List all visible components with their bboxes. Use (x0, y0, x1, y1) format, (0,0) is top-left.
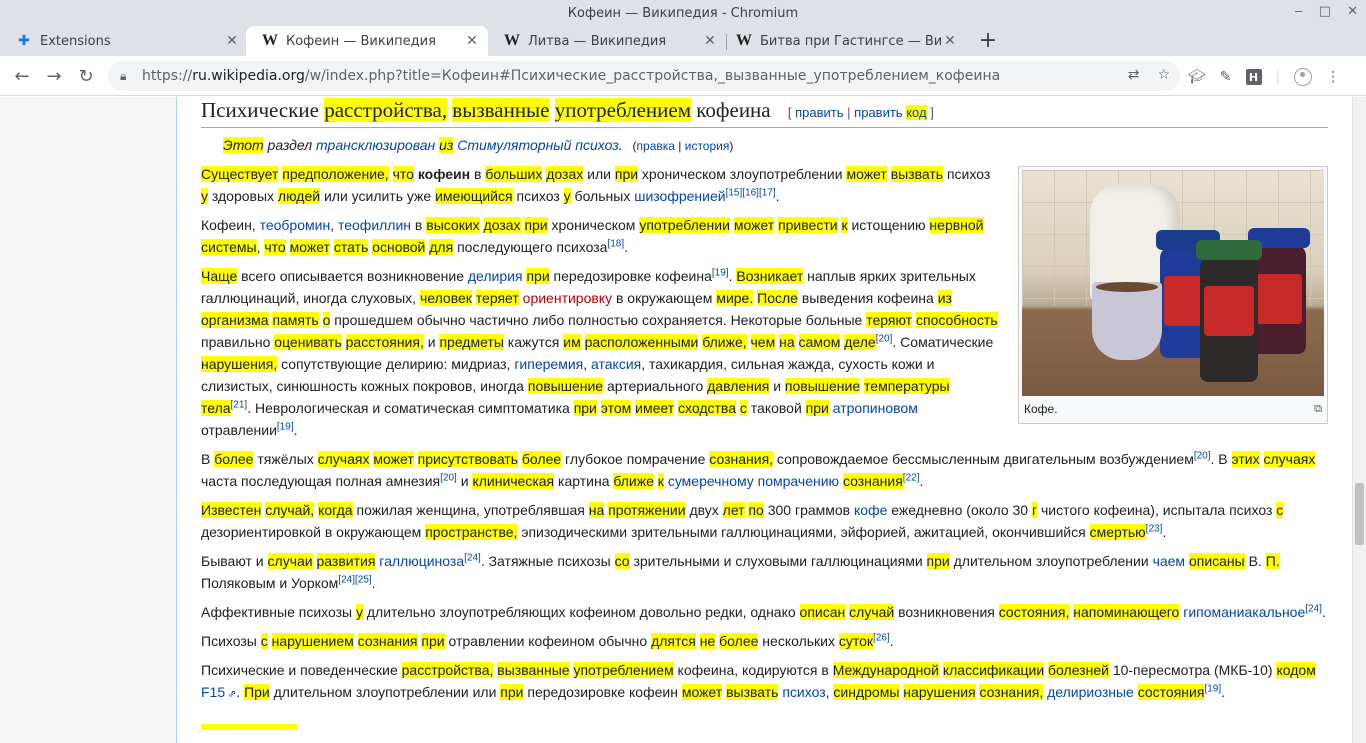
address-bar[interactable]: 🔒︎ https:// ru.wikipedia.org /w/index.ph… (108, 61, 1180, 91)
menu-kebab-icon[interactable]: ⋮ (1326, 69, 1340, 85)
atropine-link[interactable]: атропиновом (833, 400, 918, 416)
extension-icons: 🎓︎ ✎ H | ⋮ (1188, 68, 1340, 86)
tab-hastings[interactable]: W Битва при Гастингсе — Вики ✕ (720, 26, 966, 56)
paragraph: Известен случай, когда пожилая женщина, … (201, 502, 1284, 540)
back-button[interactable]: ← (10, 64, 34, 88)
wikipedia-icon: W (504, 32, 520, 49)
heading-text: Психические расстройства, вызванные упот… (201, 98, 771, 122)
f15-link[interactable]: F15 (201, 684, 236, 700)
omnibox-actions: ⇄ ☆ (1128, 67, 1170, 83)
hatnote: Этот раздел трансклюзирован из Стимулято… (223, 137, 734, 153)
tab-close-icon[interactable]: ✕ (942, 33, 958, 49)
tab-close-icon[interactable]: ✕ (464, 33, 480, 49)
hypomanic-link[interactable]: гипоманиакальное (1183, 604, 1305, 620)
tab-title: Литва — Википедия (528, 33, 667, 49)
paragraph: В более тяжёлых случаях может присутство… (201, 450, 1316, 489)
minimize-button[interactable]: ‒ (1295, 4, 1303, 19)
coffee-link[interactable]: кофе (854, 502, 887, 518)
edit-section-links: [ править | править код ] (787, 105, 934, 120)
tab-title: Extensions (40, 33, 111, 49)
page-scrollbar[interactable] (1352, 97, 1366, 743)
article-content: Психические расстройства, вызванные упот… (176, 97, 1352, 743)
tab-close-icon[interactable]: ✕ (224, 33, 240, 49)
profile-avatar-icon[interactable] (1294, 68, 1313, 86)
arrow-right-icon: → (46, 65, 62, 87)
edit-link[interactable]: править (795, 105, 843, 120)
tab-lithuania[interactable]: W Литва — Википедия ✕ (488, 26, 726, 56)
scrollbar-thumb[interactable] (1355, 483, 1364, 545)
hatnote-actions: (правка | история) (632, 139, 734, 153)
tab-caffeine[interactable]: W Кофеин — Википедия ✕ (246, 26, 488, 56)
forward-button[interactable]: → (42, 64, 66, 88)
wikipedia-icon: W (262, 32, 278, 49)
schizophrenia-link[interactable]: шизофренией (634, 188, 725, 204)
transclusion-link[interactable]: трансклюзирован (316, 137, 435, 153)
arrow-left-icon: ← (14, 65, 30, 87)
reload-button[interactable]: ↻ (74, 64, 98, 88)
translate-icon[interactable]: ⇄ (1128, 67, 1140, 83)
url-scheme: https:// (142, 68, 193, 84)
lock-icon: 🔒︎ (120, 68, 127, 83)
ataxia-link[interactable]: атаксия (591, 356, 641, 372)
window-controls: ‒ □ ✕ (1295, 4, 1358, 19)
delirium-link[interactable]: делирия (468, 268, 523, 284)
reload-icon: ↻ (78, 65, 94, 87)
paragraph: Психические и поведенческие расстройства… (201, 659, 1328, 706)
paragraph: Бывают и случаи развития галлюциноза[24]… (201, 552, 1280, 591)
maximize-button[interactable]: □ (1319, 4, 1331, 19)
tab-strip: ✚ Extensions ✕ W Кофеин — Википедия ✕ W … (0, 26, 1366, 56)
hatnote-edit-link[interactable]: правка (637, 139, 675, 153)
h-extension-icon[interactable]: H (1245, 69, 1262, 85)
graduation-cap-icon[interactable]: 🎓︎ (1188, 69, 1206, 85)
paragraph: Аффективные психозы у длительно злоупотр… (201, 603, 1326, 620)
wikipedia-icon: W (736, 32, 752, 49)
tab-title: Кофеин — Википедия (286, 33, 436, 49)
puzzle-icon: ✚ (18, 33, 30, 49)
window-title: Кофеин — Википедия - Chromium (567, 5, 799, 21)
bookmark-star-icon[interactable]: ☆ (1157, 67, 1170, 83)
tea-link[interactable]: чаем (1153, 553, 1186, 569)
section-heading: Психические расстройства, вызванные упот… (201, 97, 1328, 128)
paragraph: Психозы с нарушением сознания при отравл… (201, 632, 894, 649)
tab-title: Битва при Гастингсе — Вики (760, 33, 942, 49)
window-titlebar: Кофеин — Википедия - Chromium ‒ □ ✕ (0, 0, 1366, 26)
edit-code-link[interactable]: править код (854, 105, 927, 120)
coffee-cup (1092, 282, 1162, 360)
stimulant-psychosis-link[interactable]: Стимуляторный психоз (457, 137, 618, 153)
caption-text: Кофе. (1024, 402, 1058, 416)
orientation-link[interactable]: ориентировку (523, 290, 612, 306)
coffee-jar (1248, 228, 1310, 354)
tab-close-icon[interactable]: ✕ (702, 33, 718, 49)
close-window-button[interactable]: ✕ (1347, 4, 1358, 19)
tab-extensions[interactable]: ✚ Extensions ✕ (0, 26, 248, 56)
delirious-link[interactable]: делириозные (1047, 684, 1134, 700)
next-heading-fragment (201, 724, 297, 730)
hallucinosis-link[interactable]: галлюциноза (379, 553, 464, 569)
figure-caption: Кофе. ⧉ (1022, 396, 1324, 420)
theobromine-link[interactable]: теобромин (260, 217, 331, 233)
new-tab-button[interactable]: + (976, 28, 1000, 53)
coffee-photo[interactable] (1022, 170, 1324, 396)
url-path: /w/index.php?title=Кофеин#Психические_ра… (304, 68, 1001, 84)
page-viewport: Психические расстройства, вызванные упот… (0, 97, 1352, 743)
browser-toolbar: ← → ↻ 🔒︎ https:// ru.wikipedia.org /w/in… (0, 56, 1366, 96)
separator: | (1275, 69, 1281, 85)
coffee-jar (1196, 240, 1262, 382)
url-host: ru.wikipedia.org (192, 68, 305, 84)
hyperemia-link[interactable]: гиперемия (514, 356, 583, 372)
coffee-figure: Кофе. ⧉ (1018, 166, 1328, 424)
theophylline-link[interactable]: теофиллин (338, 217, 411, 233)
pencil-icon[interactable]: ✎ (1220, 69, 1232, 85)
psychosis-link[interactable]: психоз (782, 684, 825, 700)
twilight-state-link[interactable]: сумеречному помрачению (668, 473, 839, 489)
hatnote-history-link[interactable]: история (685, 139, 730, 153)
enlarge-icon[interactable]: ⧉ (1314, 400, 1322, 418)
